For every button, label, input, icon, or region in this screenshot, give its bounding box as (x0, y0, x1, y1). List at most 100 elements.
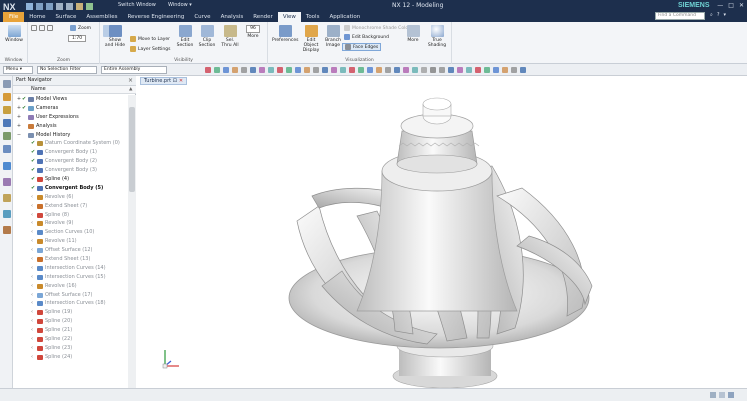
status-icon[interactable]: ‹ (31, 299, 33, 308)
checkmark-icon[interactable]: ✔ (31, 148, 35, 157)
tab-curve[interactable]: Curve (189, 12, 215, 22)
tree-row[interactable]: ‹ Revolve (16) (13, 282, 128, 291)
control-point-icon[interactable] (250, 67, 256, 73)
search-icon[interactable]: ⌕ (710, 12, 713, 18)
status-icon[interactable]: ‹ (31, 326, 33, 335)
render-style-icon[interactable] (466, 67, 472, 73)
follow-fillet-icon[interactable] (376, 67, 382, 73)
status-icon[interactable]: ‹ (31, 237, 33, 246)
redo-icon[interactable] (46, 3, 53, 10)
edit-section-button[interactable]: Edit Section (176, 25, 194, 48)
window-button[interactable]: Window (2, 25, 26, 43)
status-icon[interactable]: ‹ (31, 335, 33, 344)
repeat-command-icon[interactable] (86, 3, 93, 10)
close-icon[interactable]: × (128, 76, 133, 85)
snap-view-icon[interactable] (502, 67, 508, 73)
tree-row[interactable]: ‹ Intersection Curves (15) (13, 273, 128, 282)
checkmark-icon[interactable]: ✔ (31, 175, 35, 184)
selection-filter-select[interactable]: No Selection Filter (37, 66, 97, 74)
close-button[interactable]: ✕ (739, 2, 744, 9)
tree-row[interactable]: ‹ Offset Surface (12) (13, 246, 128, 255)
feature-rule-icon[interactable] (331, 67, 337, 73)
hd3d-tools-icon[interactable] (3, 226, 11, 234)
name-column-header[interactable]: Name ▲ (13, 86, 136, 94)
background-icon[interactable] (475, 67, 481, 73)
process-studio-icon[interactable] (3, 178, 11, 186)
intersection-icon[interactable] (259, 67, 265, 73)
system-scenes-icon[interactable] (3, 210, 11, 218)
tree-row[interactable]: ‹ Intersection Curves (18) (13, 299, 128, 308)
view-orient-icon[interactable] (412, 67, 418, 73)
branch-image-button[interactable]: Branch Image (324, 25, 342, 48)
true-shading-button[interactable]: True Shading (426, 25, 448, 48)
edit-object-display-button[interactable]: Edit Object Display (300, 25, 322, 53)
close-icon[interactable]: ✕ (179, 78, 183, 84)
tree-row[interactable]: ‹ Intersection Curves (14) (13, 264, 128, 273)
navigator-scrollbar[interactable] (128, 95, 136, 388)
tab-render[interactable]: Render (248, 12, 278, 22)
tree-row[interactable]: ‹ Spline (20) (13, 317, 128, 326)
existing-point-icon[interactable] (286, 67, 292, 73)
preferences-button[interactable]: Preferences (272, 25, 298, 43)
edit-background-button[interactable]: Edit Background (344, 34, 389, 40)
face-rule-icon[interactable] (340, 67, 346, 73)
paste-icon[interactable] (76, 3, 83, 10)
maximize-button[interactable]: □ (728, 2, 734, 9)
tab-view[interactable]: View (277, 12, 301, 22)
status-icon[interactable]: ‹ (31, 344, 33, 353)
save-icon[interactable] (26, 3, 33, 10)
expand-icon[interactable]: + (16, 122, 22, 131)
message-icon[interactable] (719, 392, 725, 398)
tab-analysis[interactable]: Analysis (216, 12, 249, 22)
select-all-icon[interactable] (403, 67, 409, 73)
tree-row[interactable]: ✔ Spline (4) (13, 175, 128, 184)
show-and-hide-button[interactable]: Show and Hide (104, 25, 126, 48)
scrollbar-thumb[interactable] (129, 107, 135, 192)
tree-row[interactable]: ‹ Section Curves (10) (13, 228, 128, 237)
minimize-button[interactable]: — (717, 2, 723, 9)
curve-rule-icon[interactable] (214, 67, 220, 73)
status-icon[interactable]: ‹ (31, 273, 33, 282)
tab-reverse-engineering[interactable]: Reverse Engineering (122, 12, 189, 22)
status-icon[interactable]: ‹ (31, 291, 33, 300)
tab-home[interactable]: Home (24, 12, 50, 22)
tree-row[interactable]: ‹ Revolve (6) (13, 193, 128, 202)
tab-surface[interactable]: Surface (50, 12, 81, 22)
tab-file[interactable]: File (3, 12, 25, 22)
tree-row[interactable]: ✔ Convergent Body (1) (13, 148, 128, 157)
chevron-down-icon[interactable]: ▾ (723, 12, 726, 18)
status-icon[interactable]: ‹ (31, 282, 33, 291)
status-icon[interactable]: ‹ (31, 353, 33, 362)
checkmark-icon[interactable]: ✔ (31, 166, 35, 175)
fit-view-icon[interactable] (421, 67, 427, 73)
assembly-navigator-icon[interactable] (3, 93, 11, 101)
settings-icon[interactable] (3, 80, 11, 88)
point-snap-icon[interactable] (223, 67, 229, 73)
full-screen-icon[interactable] (710, 392, 716, 398)
tree-row[interactable]: + ✔ Model Views (13, 95, 128, 104)
tree-row[interactable]: ‹ Spline (22) (13, 335, 128, 344)
tree-row[interactable]: + ✔ Cameras (13, 104, 128, 113)
two-views-icon[interactable] (39, 25, 45, 31)
collapse-icon[interactable]: − (16, 131, 22, 140)
checkmark-icon[interactable]: ✔ (31, 184, 35, 193)
status-icon[interactable]: ‹ (31, 228, 33, 237)
undo-icon[interactable] (36, 3, 43, 10)
part-navigator-icon[interactable] (3, 119, 11, 127)
body-rule-icon[interactable] (349, 67, 355, 73)
status-icon[interactable]: ‹ (31, 246, 33, 255)
web-browser-icon[interactable] (3, 162, 11, 170)
measure-icon[interactable] (511, 67, 517, 73)
part-file-tab[interactable]: Turbine.prt ⊡ ✕ (140, 77, 188, 85)
status-icon[interactable]: ‹ (31, 308, 33, 317)
tree-row[interactable]: ✔ Convergent Body (2) (13, 157, 128, 166)
menu-button[interactable]: Menu ▾ (3, 66, 33, 74)
selection-scope-select[interactable]: Entire Assembly (101, 66, 167, 74)
stop-at-intersection-icon[interactable] (367, 67, 373, 73)
history-icon[interactable] (3, 145, 11, 153)
tree-row[interactable]: ✔ Convergent Body (5) (13, 184, 128, 193)
more-tools-icon[interactable] (520, 67, 526, 73)
layer-settings-button[interactable]: Layer Settings (130, 46, 170, 52)
switch-window-button[interactable]: Switch Window (118, 2, 156, 8)
window-menu[interactable]: Window ▾ (168, 2, 192, 8)
